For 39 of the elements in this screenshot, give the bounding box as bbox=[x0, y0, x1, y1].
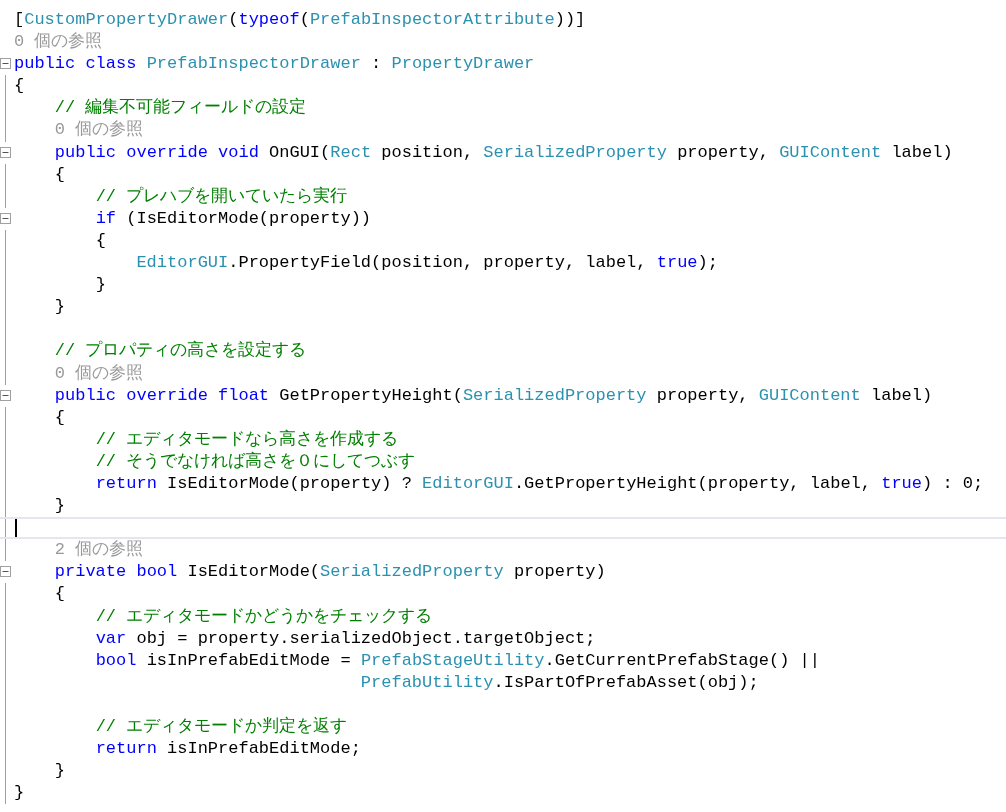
code-line: [CustomPropertyDrawer(typeof(PrefabInspectorAttribute))] bbox=[14, 9, 586, 31]
collapse-icon[interactable] bbox=[0, 146, 11, 158]
reference-count-link[interactable]: 2 個の参照 bbox=[54, 539, 144, 562]
collapse-icon[interactable] bbox=[0, 389, 11, 401]
code-line: public override float GetPropertyHeight(SerializedProperty property, GUIContent label) bbox=[54, 384, 933, 407]
code-line: return IsEditorMode(property) ? EditorGUI.GetPropertyHeight(property, label, true) : 0; bbox=[95, 472, 984, 495]
collapse-icon[interactable] bbox=[0, 566, 11, 578]
code-line: var obj = property.serializedObject.targetObject; bbox=[95, 627, 596, 650]
collapse-icon[interactable] bbox=[0, 212, 11, 224]
code-line: EditorGUI.PropertyField(position, property, label, true); bbox=[136, 252, 718, 275]
reference-count-link[interactable]: 0 個の参照 bbox=[14, 31, 103, 54]
code-line: } bbox=[54, 760, 65, 783]
code-line: } bbox=[95, 274, 106, 297]
reference-count-link[interactable]: 0 個の参照 bbox=[54, 362, 144, 385]
code-line: if (IsEditorMode(property)) bbox=[95, 207, 372, 230]
code-comment: // プロパティの高さを設定する bbox=[54, 340, 307, 363]
code-comment: // エディタモードか判定を返す bbox=[95, 716, 348, 738]
code-line: } bbox=[14, 782, 25, 805]
collapse-icon[interactable] bbox=[0, 58, 11, 70]
code-line: { bbox=[54, 163, 65, 186]
code-line: } bbox=[54, 495, 65, 518]
code-line: public class PrefabInspectorDrawer : PropertyDrawer bbox=[14, 53, 535, 76]
code-line: { bbox=[95, 229, 106, 252]
reference-count-link[interactable]: 0 個の参照 bbox=[54, 119, 144, 142]
code-comment: // 編集不可能フィールドの設定 bbox=[54, 97, 307, 120]
code-line: PrefabUtility.IsPartOfPrefabAsset(obj); bbox=[360, 671, 759, 694]
code-comment: // エディタモードかどうかをチェックする bbox=[95, 605, 433, 628]
text-cursor bbox=[15, 519, 17, 538]
code-line: } bbox=[54, 296, 65, 319]
code-comment: // エディタモードなら高さを作成する bbox=[95, 428, 399, 451]
code-line: { bbox=[54, 583, 65, 606]
code-line: private bool IsEditorMode(SerializedProperty property) bbox=[54, 561, 606, 584]
code-comment: // プレハブを開いていたら実行 bbox=[95, 185, 348, 208]
code-line: bool isInPrefabEditMode = PrefabStageUtility.GetCurrentPrefabStage() || bbox=[95, 649, 820, 672]
code-line: public override void OnGUI(Rect position, SerializedProperty property, GUIContent label) bbox=[54, 141, 953, 164]
code-line: { bbox=[14, 75, 25, 98]
code-comment: // そうでなければ高さを０にしてつぶす bbox=[95, 450, 416, 473]
code-line: { bbox=[54, 406, 65, 429]
code-line: return isInPrefabEditMode; bbox=[95, 738, 361, 761]
